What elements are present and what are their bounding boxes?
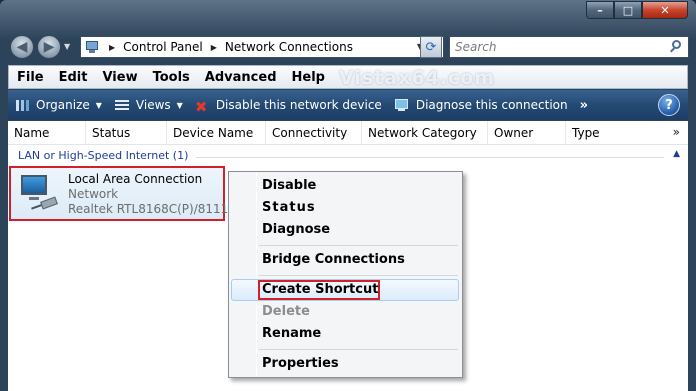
connection-device: Realtek RTL8168C(P)/8111C(... (68, 202, 253, 216)
explorer-window: – □ ✕ ◀ ▶ ▼ ▶ Control Panel ▶ Network Co… (0, 0, 696, 391)
context-properties[interactable]: Properties (262, 356, 339, 371)
refresh-button[interactable]: ⟳ (420, 36, 442, 58)
search-icon[interactable] (670, 40, 682, 53)
column-network-category[interactable]: Network Category (362, 121, 488, 145)
recent-pages-dropdown[interactable]: ▼ (64, 42, 70, 51)
organize-label: Organize (36, 98, 90, 112)
organize-button[interactable]: Organize ▼ (14, 98, 102, 112)
views-icon (114, 98, 130, 112)
context-separator (259, 245, 458, 246)
command-bar: Organize ▼ Views ▼ ✖ Disable this networ… (8, 90, 688, 120)
context-create-shortcut[interactable]: Create Shortcut (262, 282, 378, 297)
address-bar[interactable]: ▶ Control Panel ▶ Network Connections ▼ (80, 36, 444, 58)
disable-device-label: Disable this network device (215, 98, 382, 112)
diagnose-connection-label: Diagnose this connection (415, 98, 568, 112)
context-menu: Disable Status Diagnose Bridge Connectio… (228, 171, 463, 378)
chevron-down-icon: ▼ (95, 100, 102, 110)
column-status[interactable]: Status (86, 121, 167, 145)
connection-status: Network (68, 187, 119, 201)
context-menu-gutter (256, 172, 257, 377)
network-connection-icon (19, 173, 59, 213)
menu-view[interactable]: View (102, 70, 137, 85)
caption-buttons: – □ ✕ (586, 1, 688, 19)
back-button[interactable]: ◀ (10, 35, 34, 59)
diagnose-connection-button[interactable]: Diagnose this connection (394, 98, 568, 112)
views-button[interactable]: Views ▼ (114, 98, 183, 112)
column-headers: Name Status Device Name Connectivity Net… (8, 121, 688, 145)
connection-name: Local Area Connection (68, 172, 203, 186)
minimize-button[interactable]: – (586, 1, 614, 19)
menu-file[interactable]: File (17, 70, 44, 85)
more-columns-icon[interactable]: » (673, 125, 680, 139)
menu-bar: File Edit View Tools Advanced Help Vista… (8, 65, 688, 89)
context-delete[interactable]: Delete (262, 304, 310, 319)
breadcrumb-network-connections[interactable]: Network Connections (225, 40, 353, 54)
diagnose-icon (394, 98, 410, 112)
menu-edit[interactable]: Edit (59, 70, 88, 85)
navigation-bar: ◀ ▶ ▼ ▶ Control Panel ▶ Network Connecti… (8, 34, 689, 60)
more-commands-button[interactable]: » (580, 98, 588, 113)
breadcrumb: ▶ Control Panel ▶ Network Connections (109, 40, 361, 54)
context-disable[interactable]: Disable (262, 178, 316, 193)
group-divider (196, 157, 664, 158)
group-header[interactable]: LAN or High-Speed Internet (1) (18, 149, 188, 162)
context-diagnose[interactable]: Diagnose (262, 222, 330, 237)
context-separator (259, 275, 458, 276)
disable-device-button[interactable]: ✖ Disable this network device (194, 98, 382, 116)
list-item-local-area-connection[interactable]: Local Area Connection Network Realtek RT… (9, 166, 253, 221)
control-panel-icon (85, 40, 101, 54)
context-separator (259, 349, 458, 350)
context-status[interactable]: Status (262, 200, 316, 215)
context-bridge-connections[interactable]: Bridge Connections (262, 252, 405, 267)
column-device-name[interactable]: Device Name (167, 121, 266, 145)
search-input[interactable]: Search (455, 40, 497, 54)
search-box[interactable]: Search (449, 36, 689, 58)
help-icon[interactable]: ? (658, 94, 680, 116)
context-rename[interactable]: Rename (262, 326, 321, 341)
views-label: Views (135, 98, 171, 112)
watermark: Vistax64.com (339, 67, 496, 89)
menu-help[interactable]: Help (292, 70, 325, 85)
chevron-down-icon: ▼ (176, 100, 183, 110)
organize-icon (14, 98, 30, 112)
column-type[interactable]: Type (566, 121, 646, 145)
menu-tools[interactable]: Tools (153, 70, 190, 85)
disable-x-icon: ✖ (194, 98, 208, 116)
collapse-group-icon[interactable]: ▲ (673, 149, 680, 159)
maximize-button[interactable]: □ (614, 1, 642, 19)
column-name[interactable]: Name (8, 121, 86, 145)
menu-advanced[interactable]: Advanced (205, 70, 277, 85)
breadcrumb-separator[interactable]: ▶ (109, 43, 115, 52)
breadcrumb-control-panel[interactable]: Control Panel (123, 40, 203, 54)
close-button[interactable]: ✕ (642, 1, 688, 19)
forward-button[interactable]: ▶ (37, 35, 61, 59)
column-connectivity[interactable]: Connectivity (266, 121, 362, 145)
column-owner[interactable]: Owner (488, 121, 566, 145)
breadcrumb-separator[interactable]: ▶ (211, 43, 217, 52)
